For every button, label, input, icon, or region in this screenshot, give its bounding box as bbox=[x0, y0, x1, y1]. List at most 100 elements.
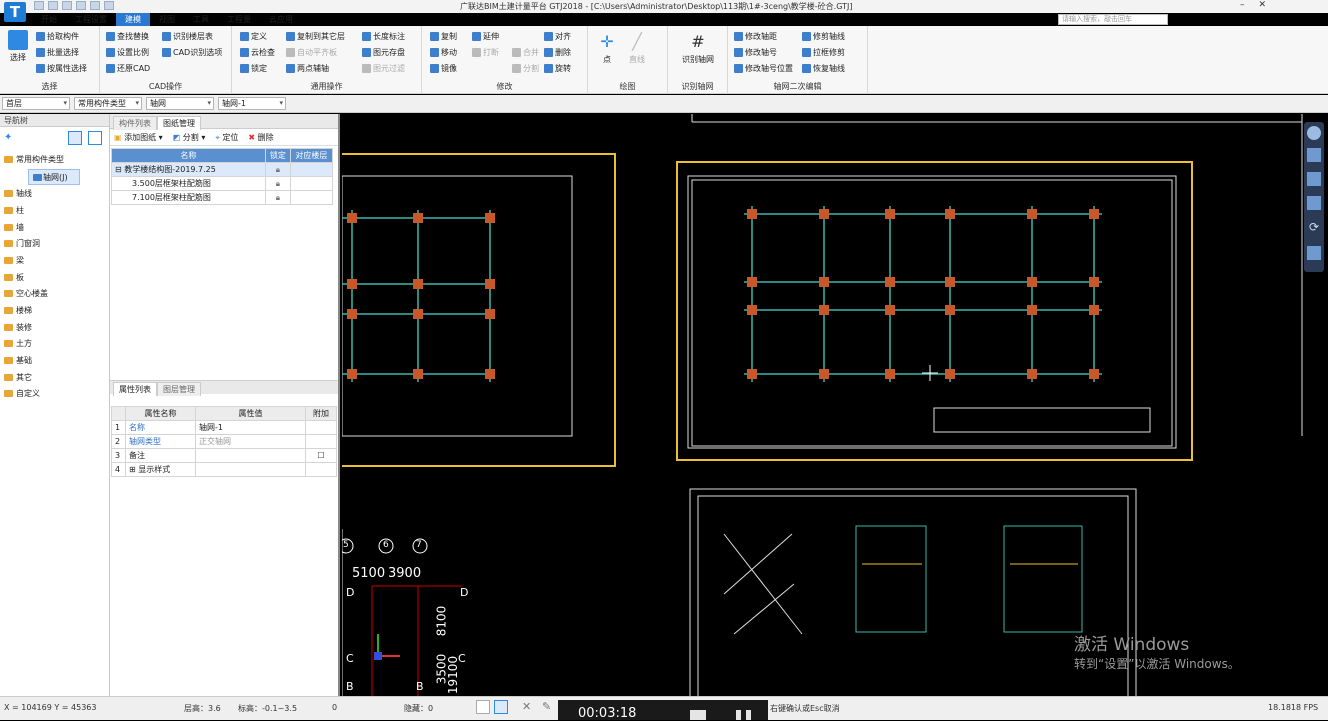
split-button[interactable]: 分割 bbox=[512, 63, 539, 74]
nav-item-column[interactable]: 柱 bbox=[0, 203, 110, 219]
pause-icon-bar2[interactable] bbox=[746, 710, 751, 720]
batch-select-button[interactable]: 批量选择 bbox=[36, 47, 79, 58]
nav-item-beam[interactable]: 梁 bbox=[0, 253, 110, 269]
merge-button[interactable]: 合并 bbox=[512, 47, 539, 58]
tab-modeling[interactable]: 建模 bbox=[116, 13, 150, 26]
cross-select-icon[interactable]: ✕ bbox=[522, 700, 536, 714]
nav-item-openings[interactable]: 门窗洞 bbox=[0, 236, 110, 252]
view-2d-icon[interactable] bbox=[1307, 148, 1321, 162]
copy-to-floor-button[interactable]: 复制到其它层 bbox=[286, 31, 345, 42]
tab-properties[interactable]: 属性列表 bbox=[113, 382, 157, 396]
set-scale-button[interactable]: 设置比例 bbox=[106, 47, 149, 58]
property-value-input[interactable] bbox=[195, 448, 306, 463]
nav-item-custom[interactable]: 自定义 bbox=[0, 386, 110, 402]
restore-axis-button[interactable]: 恢复轴线 bbox=[802, 63, 845, 74]
new-icon[interactable] bbox=[34, 1, 44, 10]
component-type-select[interactable]: 常用构件类型 bbox=[74, 97, 142, 110]
property-value-input[interactable]: 轴网-1 bbox=[195, 420, 306, 435]
box-trim-button[interactable]: 拉框修剪 bbox=[802, 47, 845, 58]
delete-drawing-button[interactable]: ✖ 删除 bbox=[248, 132, 273, 143]
pen-icon[interactable]: ✎ bbox=[542, 700, 556, 714]
line-button[interactable]: ╱ 直线 bbox=[624, 32, 650, 65]
undo-icon[interactable] bbox=[76, 1, 86, 10]
rotate-button[interactable]: 旋转 bbox=[544, 63, 571, 74]
length-dimension-button[interactable]: 长度标注 bbox=[362, 31, 405, 42]
restore-cad-button[interactable]: 还原CAD bbox=[106, 63, 150, 74]
drawing-frame-1[interactable] bbox=[342, 153, 616, 467]
pause-icon-bar1[interactable] bbox=[736, 710, 741, 720]
modify-axis-distance-button[interactable]: 修改轴距 bbox=[734, 31, 777, 42]
view-cube-icon[interactable] bbox=[1307, 126, 1321, 140]
copy-button[interactable]: 复制 bbox=[430, 31, 457, 42]
select-by-property-button[interactable]: 按属性选择 bbox=[36, 63, 87, 74]
tab-drawing-manager[interactable]: 图纸管理 bbox=[157, 116, 201, 130]
lock-icon[interactable]: 🔒︎ bbox=[265, 176, 291, 191]
table-row[interactable]: 7.100层框架柱配筋图 🔒︎ bbox=[111, 190, 334, 205]
close-icon[interactable]: ✕ bbox=[1259, 0, 1267, 10]
save-icon[interactable] bbox=[62, 1, 72, 10]
tab-component-list[interactable]: 构件列表 bbox=[113, 116, 157, 130]
find-replace-button[interactable]: 查找替换 bbox=[106, 31, 149, 42]
tab-start[interactable]: 开始 bbox=[32, 13, 66, 26]
minimize-icon[interactable]: – bbox=[1240, 0, 1245, 10]
tab-project-settings[interactable]: 工程设置 bbox=[66, 13, 116, 26]
component-select[interactable]: 轴网 bbox=[146, 97, 214, 110]
auto-align-slab-button[interactable]: 自动平齐板 bbox=[286, 47, 337, 58]
cloud-check-button[interactable]: 云检查 bbox=[240, 47, 275, 58]
locate-button[interactable]: ⌖ 定位 bbox=[215, 132, 238, 143]
stop-icon[interactable] bbox=[690, 710, 706, 720]
move-button[interactable]: 移动 bbox=[430, 47, 457, 58]
snap-toggle[interactable] bbox=[476, 700, 490, 714]
instance-select[interactable]: 轴网-1 bbox=[218, 97, 286, 110]
lock-button[interactable]: 锁定 bbox=[240, 63, 267, 74]
nav-item-foundation[interactable]: 基础 bbox=[0, 353, 110, 369]
list-view-icon[interactable] bbox=[68, 131, 82, 145]
delete-button[interactable]: 删除 bbox=[544, 47, 571, 58]
expand-display-style[interactable]: ⊞ 显示样式 bbox=[125, 462, 196, 477]
rotate-view-icon[interactable]: ⟳ bbox=[1307, 220, 1321, 234]
tab-view[interactable]: 视图 bbox=[150, 13, 184, 26]
app-logo[interactable]: T bbox=[4, 2, 26, 22]
table-row[interactable]: 3.500层框架柱配筋图 🔒︎ bbox=[111, 176, 334, 191]
element-filter-button[interactable]: 图元过滤 bbox=[362, 63, 405, 74]
tab-quantity[interactable]: 工程量 bbox=[218, 13, 260, 26]
table-row[interactable]: 4 ⊞ 显示样式 bbox=[111, 462, 337, 477]
extend-button[interactable]: 延伸 bbox=[472, 31, 499, 42]
save-elements-button[interactable]: 图元存盘 bbox=[362, 47, 405, 58]
table-row[interactable]: ⊟ 教学楼结构图-2019.7.25 🔒︎ bbox=[111, 162, 334, 177]
identify-floor-table-button[interactable]: 识别楼层表 bbox=[162, 31, 213, 42]
lock-icon[interactable]: 🔒︎ bbox=[265, 190, 291, 205]
ortho-toggle[interactable] bbox=[494, 700, 508, 714]
nav-item-axis-line[interactable]: 轴线 bbox=[0, 186, 110, 202]
table-row[interactable]: 2 轴网类型 正交轴网 bbox=[111, 434, 337, 449]
cad-options-button[interactable]: CAD识别选项 bbox=[162, 47, 222, 58]
select-button[interactable]: 选择 bbox=[6, 30, 30, 63]
search-input[interactable]: 请输入搜索，敲击回车 bbox=[1058, 14, 1168, 25]
open-icon[interactable] bbox=[48, 1, 58, 10]
table-row[interactable]: 3 备注 ☐ bbox=[111, 448, 337, 463]
table-row[interactable]: 1 名称 轴网-1 bbox=[111, 420, 337, 435]
nav-item-other[interactable]: 其它 bbox=[0, 370, 110, 386]
nav-item-earthwork[interactable]: 土方 bbox=[0, 336, 110, 352]
extra-checkbox[interactable]: ☐ bbox=[305, 448, 337, 463]
add-drawing-button[interactable]: ▣ 添加图纸 ▾ bbox=[114, 132, 163, 143]
mirror-button[interactable]: 镜像 bbox=[430, 63, 457, 74]
nav-item-slab[interactable]: 板 bbox=[0, 270, 110, 286]
trim-axis-button[interactable]: 修剪轴线 bbox=[802, 31, 845, 42]
align-button[interactable]: 对齐 bbox=[544, 31, 571, 42]
identify-axis-button[interactable]: # 识别轴网 bbox=[676, 32, 720, 65]
tab-tools[interactable]: 工具 bbox=[184, 13, 218, 26]
redo-icon[interactable] bbox=[90, 1, 100, 10]
lock-icon[interactable]: 🔒︎ bbox=[265, 162, 291, 177]
pin-icon[interactable]: ✦ bbox=[4, 132, 12, 143]
nav-item-common[interactable]: 常用构件类型 bbox=[0, 152, 110, 168]
split-drawing-button[interactable]: ◩ 分割 ▾ bbox=[173, 132, 206, 143]
nav-item-decoration[interactable]: 装修 bbox=[0, 320, 110, 336]
nav-item-axis-grid[interactable]: 轴网(J) bbox=[28, 169, 80, 185]
view-3d-icon[interactable] bbox=[1307, 172, 1321, 186]
point-button[interactable]: ✛ 点 bbox=[596, 32, 618, 65]
floor-select[interactable]: 首层 bbox=[2, 97, 70, 110]
modify-axis-number-button[interactable]: 修改轴号 bbox=[734, 47, 777, 58]
pick-component-button[interactable]: 拾取构件 bbox=[36, 31, 79, 42]
sum-icon[interactable] bbox=[104, 1, 114, 10]
